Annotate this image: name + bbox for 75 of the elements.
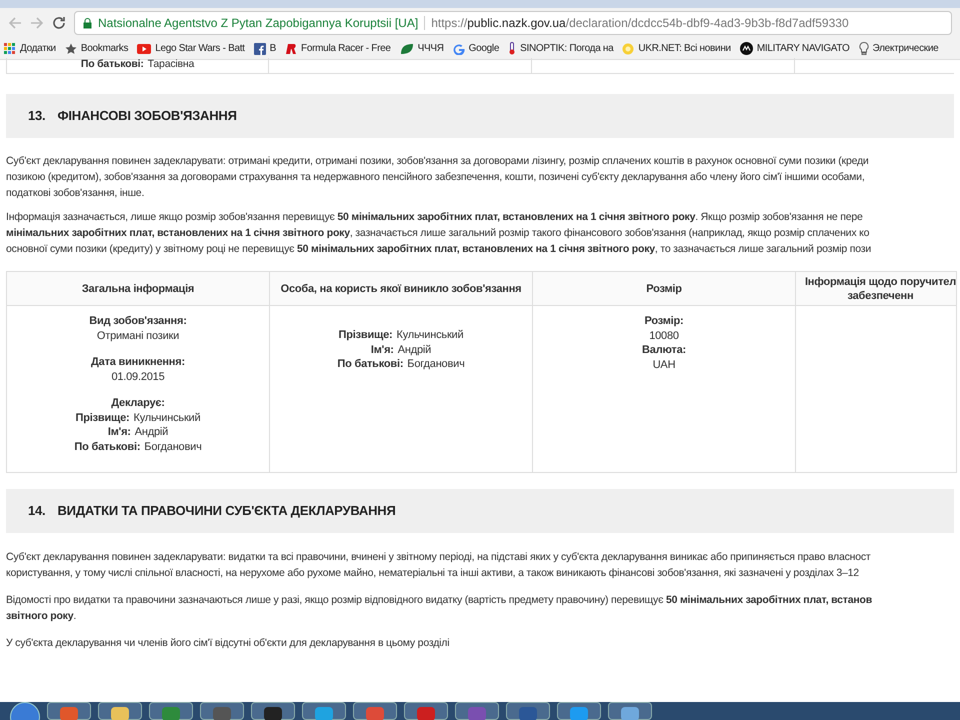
paragraph-line: Суб'єкт декларування повинен задекларувати: отримані кредити, отримані позики, зобов'язання за договорами лізингу, розмір сплачених коштів в рахунок основної суми позики (креди <box>6 154 870 169</box>
round-badge-icon <box>740 42 753 55</box>
address-bar[interactable]: Natsionalne Agentstvo Z Pytan Zapobigannya Koruptsii [UA] https://public.nazk.gov.ua/declaration/dcdcc54b-dbf9-4ad3-9b3b-f8d7adf59330 <box>74 11 952 35</box>
sun-icon <box>622 42 634 54</box>
reload-icon[interactable] <box>52 16 66 30</box>
field-value: Богданович <box>407 357 465 372</box>
field-label: Розмір: <box>644 314 684 328</box>
column-header: Інформація щодо поручител забезпеченн <box>804 274 956 302</box>
forward-arrow-icon[interactable] <box>30 16 44 30</box>
lightbulb-icon <box>858 42 869 55</box>
column-header: Загальна інформація <box>82 282 194 296</box>
f-logo-icon <box>254 42 266 54</box>
paragraph-line: звітного року. <box>6 609 78 624</box>
column-header: Розмір <box>646 282 682 296</box>
paragraph-line: Інформація зазначається, лише якщо розмір зобов'язання перевищує 50 мінімальних заробітних плат, встановлених на 1 січня звітного року. Якщо розмір зобов'язання не пере <box>6 210 864 225</box>
lock-icon <box>83 18 92 28</box>
field-label: По батькові: <box>80 58 144 70</box>
bookmark-link[interactable]: Lego Star Wars - Batt <box>155 41 245 56</box>
field-label: Валюта: <box>642 343 686 358</box>
taskbar-app-button[interactable] <box>98 702 142 720</box>
field-value: Кульчинський <box>133 410 200 425</box>
field-label: Ім'я: <box>108 425 131 440</box>
thermometer-icon <box>508 42 516 55</box>
back-arrow-icon[interactable] <box>8 16 22 30</box>
bookmark-link[interactable]: B <box>270 41 276 56</box>
field-value: 01.09.2015 <box>111 370 165 384</box>
section-number: 14. <box>28 502 46 520</box>
section-title: ВИДАТКИ ТА ПРАВОЧИНИ СУБ'ЄКТА ДЕКЛАРУВАННЯ <box>57 502 396 520</box>
g-logo-icon <box>452 42 465 54</box>
column-header: Особа, на користь якої виникло зобов'язання <box>280 282 522 296</box>
bookmark-link[interactable]: ЧЧЧЯ <box>418 41 444 56</box>
field-value: Кульчинський <box>396 328 464 342</box>
section-title: ФІНАНСОВІ ЗОБОВ'ЯЗАННЯ <box>57 107 237 126</box>
field-value: Андрій <box>398 342 432 357</box>
field-value: Отримані позики <box>96 328 180 343</box>
bookmark-link[interactable]: Bookmarks <box>80 41 128 56</box>
paragraph-line: основної суми позики (кредиту) у звітному році не перевищує 50 мінімальних заробітних плат, встановлених на 1 січня звітного року, то зазначається лише загальний розмір пози <box>6 242 872 257</box>
bookmark-link[interactable]: Formula Racer - Free <box>301 41 391 56</box>
url-text: https://public.nazk.gov.ua/declaration/dcdcc54b-dbf9-4ad3-9b3b-f8d7adf59330 <box>431 15 849 32</box>
apps-grid-icon <box>4 42 16 54</box>
paragraph-line: мінімальних заробітних плат, встановлених на 1 січня звітного року, зазначається лише загальний розмір такого фінансового зобов'язання (наприклад, якщо розмір сплачених ко <box>6 226 870 241</box>
field-value: Тарасівна <box>148 58 194 70</box>
bookmark-link[interactable]: Google <box>468 41 500 56</box>
paragraph-line: користування, у тому числі спільної власності, на нерухоме або рухоме майно, нематеріальні та інші активи, а також виникають фінансові зобов'язання, які зазначені у розділах 3–12 <box>6 566 860 581</box>
bookmark-link[interactable]: UKR.NET: Всі новини <box>638 41 731 56</box>
field-label: По батькові: <box>74 440 140 454</box>
paragraph-line: податкові зобов'язання, інше. <box>6 186 146 201</box>
star-icon <box>64 42 77 54</box>
field-label: Прізвище: <box>76 410 130 425</box>
field-value: Андрій <box>134 425 168 440</box>
paragraph-line: У суб'єкта декларування чи членів його сім'ї відсутні об'єкти для декларування в цьому розділі <box>6 636 450 651</box>
field-label: Декларує: <box>111 396 165 410</box>
bookmark-link[interactable]: MILITARY NAVIGATO <box>756 41 850 56</box>
field-label: Прізвище: <box>338 328 392 342</box>
field-label: Дата виникнення: <box>91 355 185 370</box>
section-number: 13. <box>28 107 46 126</box>
field-label: Ім'я: <box>370 342 394 357</box>
bookmark-link[interactable]: SINOPTIK: Погода на <box>520 41 614 56</box>
paragraph-line: Відомості про видатки та правочини зазначаються лише у разі, якщо розмір відповідного видатку (вартість предмету правочину) перевищує 50 мінімальних заробітних плат, встанов <box>6 593 873 608</box>
taskbar-app-button[interactable] <box>506 702 550 720</box>
play-icon <box>137 44 152 54</box>
bookmark-link[interactable]: Додатки <box>20 41 56 56</box>
field-value: Богданович <box>144 440 202 454</box>
paragraph-line: позикою (кредитом), зобов'язання за договорами страхування та недержавного пенсійного забезпечення, кошти, позичені суб'єкту декларування або члену його сім'ї іншими особами, <box>6 170 866 185</box>
leaf-logo-icon <box>400 42 414 54</box>
site-title: Natsionalne Agentstvo Z Pytan Zapobigannya Koruptsii [UA] <box>98 15 418 32</box>
bookmark-link[interactable]: Электрические <box>872 41 938 56</box>
field-value: 10080 <box>649 328 679 343</box>
taskbar-app-button[interactable] <box>200 702 244 720</box>
taskbar-app-button[interactable] <box>251 702 295 720</box>
slanted-r-logo-icon <box>285 42 298 54</box>
field-label: Вид зобов'язання: <box>89 314 187 328</box>
field-value: UAH <box>652 358 676 372</box>
paragraph-line: Суб'єкт декларування повинен задекларувати: видатки та всі правочини, вчинені у звітному періоді, на підставі яких у суб'єкта декларування виникає або припиняється право власност <box>6 550 872 565</box>
field-label: По батькові: <box>337 357 404 372</box>
